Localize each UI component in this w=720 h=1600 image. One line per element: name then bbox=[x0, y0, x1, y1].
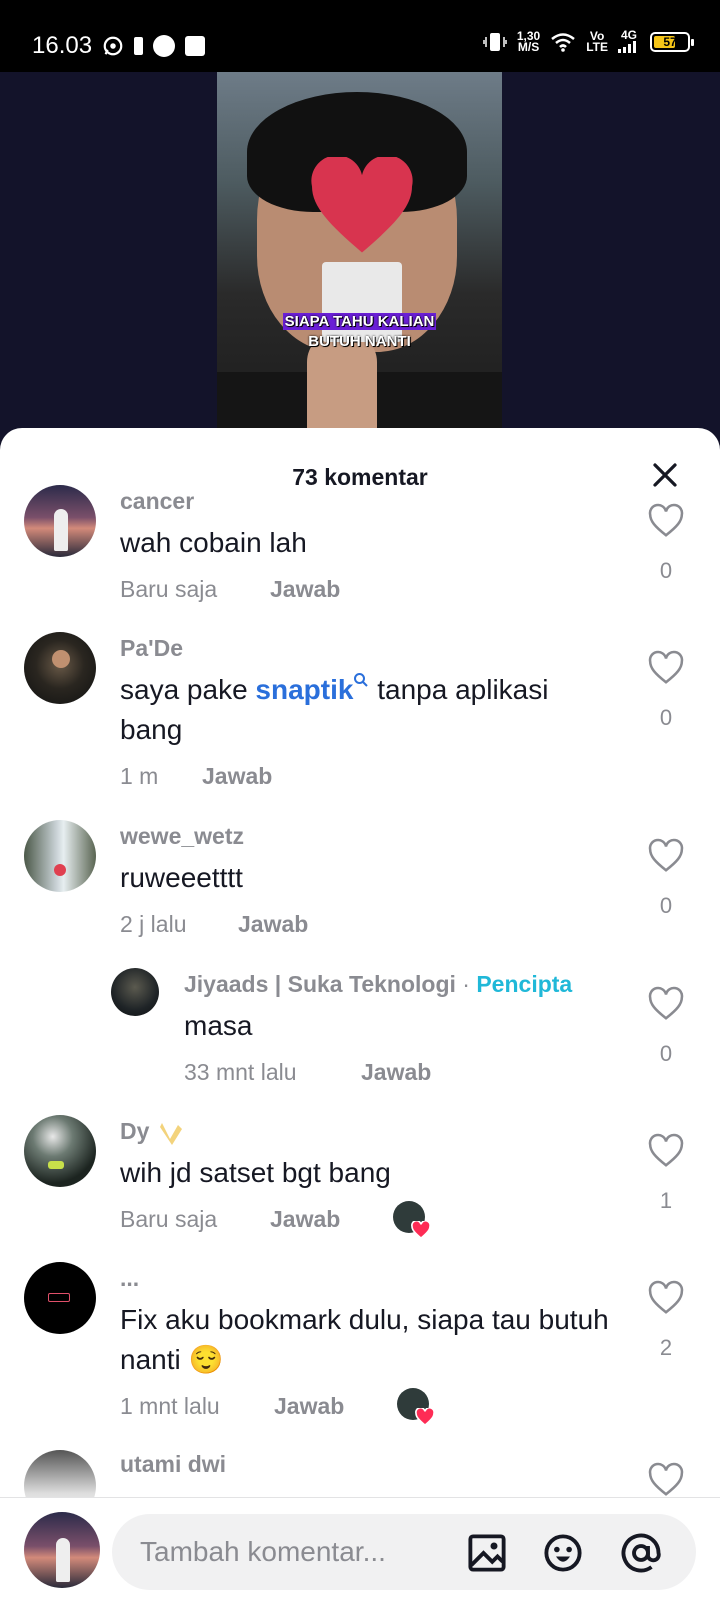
comment-username[interactable]: Pa'De bbox=[120, 635, 183, 662]
reply-button[interactable]: Jawab bbox=[238, 911, 308, 938]
search-link[interactable]: snaptik bbox=[255, 673, 369, 705]
liked-by-creator-avatar bbox=[397, 1388, 435, 1426]
like-button[interactable]: 0 bbox=[646, 838, 686, 919]
heart-outline-icon bbox=[648, 650, 684, 684]
like-button[interactable]: 0 bbox=[646, 650, 686, 731]
comment-time: 2 j lalu bbox=[120, 911, 187, 937]
volte-indicator: Vo LTE bbox=[586, 28, 608, 54]
avatar[interactable] bbox=[111, 968, 159, 1016]
comment-text: ruweeetttt bbox=[120, 862, 243, 893]
comment-input[interactable] bbox=[140, 1514, 460, 1590]
vibrate-icon bbox=[483, 32, 507, 51]
emoji-icon[interactable] bbox=[542, 1532, 584, 1574]
comment-time: Baru saja bbox=[120, 1206, 218, 1232]
heart-outline-icon bbox=[648, 1133, 684, 1167]
reply-button[interactable]: Jawab bbox=[274, 1393, 344, 1420]
separator: · bbox=[462, 971, 470, 997]
avatar[interactable] bbox=[24, 820, 96, 892]
heart-outline-icon bbox=[648, 986, 684, 1020]
search-icon bbox=[354, 673, 369, 687]
comment-username[interactable]: Jiyaads | Suka Teknologi bbox=[184, 971, 456, 997]
comment-item: cancer wah cobain lah Baru saja Jawab 0 bbox=[0, 483, 720, 618]
comment-time: 1 mnt lalu bbox=[120, 1393, 220, 1419]
comment-username-row: Dy bbox=[120, 1118, 186, 1147]
comment-input-container bbox=[112, 1514, 696, 1590]
comment-text: Fix aku bookmark dulu, siapa tau butuh n… bbox=[120, 1304, 609, 1375]
reply-button[interactable]: Jawab bbox=[361, 1059, 431, 1086]
comment-username[interactable]: wewe_wetz bbox=[120, 823, 244, 850]
comment-username[interactable]: ... bbox=[120, 1265, 139, 1292]
status-time: 16.03 bbox=[32, 32, 93, 59]
comment-item: Dy wih jd satset bgt bang Baru saja Jawa… bbox=[0, 1113, 720, 1248]
like-count: 1 bbox=[659, 1188, 673, 1213]
signal-icon bbox=[618, 41, 636, 53]
like-count: 0 bbox=[659, 705, 673, 730]
avatar[interactable] bbox=[24, 632, 96, 704]
network-speed: 1,30 M/S bbox=[516, 28, 541, 54]
heart-outline-icon bbox=[648, 1280, 684, 1314]
like-button[interactable]: 0 bbox=[646, 503, 686, 584]
image-icon[interactable] bbox=[466, 1532, 508, 1574]
reply-comment-item: Jiyaads | Suka Teknologi · Pencipta masa… bbox=[0, 966, 720, 1096]
comment-input-bar bbox=[0, 1497, 720, 1600]
like-animation-heart-icon bbox=[311, 157, 413, 253]
comments-sheet: 73 komentar cancer wah cobain lah Baru s… bbox=[0, 428, 720, 1600]
comment-username[interactable]: cancer bbox=[120, 488, 194, 515]
avatar[interactable] bbox=[24, 485, 96, 557]
comment-item: ... Fix aku bookmark dulu, siapa tau but… bbox=[0, 1260, 720, 1440]
comment-username[interactable]: Dy bbox=[120, 1118, 149, 1144]
creator-badge: Pencipta bbox=[476, 971, 573, 997]
comment-item: Pa'De saya pake snaptik tanpa aplikasi b… bbox=[0, 630, 720, 800]
notification-square-icon bbox=[185, 36, 206, 56]
heart-filled-icon bbox=[411, 1221, 431, 1239]
comment-username[interactable]: utami dwi bbox=[120, 1451, 226, 1478]
liked-by-creator-avatar bbox=[393, 1201, 431, 1239]
heart-outline-icon bbox=[648, 838, 684, 872]
comment-username-row: Jiyaads | Suka Teknologi · Pencipta bbox=[184, 971, 572, 998]
like-button[interactable]: 1 bbox=[646, 1133, 686, 1214]
reply-button[interactable]: Jawab bbox=[270, 1206, 340, 1233]
whatsapp-icon bbox=[103, 36, 123, 56]
reply-button[interactable]: Jawab bbox=[270, 576, 340, 603]
comment-item: wewe_wetz ruweeetttt 2 j lalu Jawab 0 bbox=[0, 818, 720, 948]
status-bar: 16.03 1,30 M/S Vo LTE 4G 57 bbox=[0, 0, 720, 72]
wifi-icon bbox=[551, 32, 576, 52]
video-player[interactable]: SIAPA TAHU KALIAN BUTUH NANTI bbox=[217, 72, 502, 442]
avatar[interactable] bbox=[24, 1115, 96, 1187]
comment-time: Baru saja bbox=[120, 576, 218, 602]
signal-indicator: 4G bbox=[618, 29, 640, 53]
like-button[interactable]: 2 bbox=[646, 1280, 686, 1361]
comment-text: saya pake snaptik tanpa aplikasi bang bbox=[120, 673, 549, 745]
heart-outline-icon bbox=[648, 503, 684, 537]
mention-icon[interactable] bbox=[620, 1532, 662, 1574]
notification-dot-icon bbox=[153, 35, 176, 57]
reply-button[interactable]: Jawab bbox=[202, 763, 272, 790]
like-count: 2 bbox=[659, 1335, 673, 1360]
avatar[interactable] bbox=[24, 1262, 96, 1334]
like-count: 0 bbox=[659, 893, 673, 918]
comment-text: masa bbox=[184, 1010, 253, 1041]
battery-icon: 57 bbox=[650, 31, 694, 52]
comment-text: wah cobain lah bbox=[120, 527, 307, 558]
like-count: 0 bbox=[659, 558, 673, 583]
my-avatar[interactable] bbox=[24, 1512, 100, 1588]
heart-filled-icon bbox=[415, 1408, 435, 1426]
waving-hand-emoji-icon bbox=[159, 1122, 182, 1145]
comment-time: 33 mnt lalu bbox=[184, 1059, 297, 1085]
comment-text: wih jd satset bgt bang bbox=[120, 1157, 391, 1188]
comment-time: 1 m bbox=[120, 763, 159, 789]
battery-saver-icon bbox=[134, 37, 144, 55]
heart-outline-icon bbox=[648, 1462, 684, 1496]
video-caption: SIAPA TAHU KALIAN BUTUH NANTI bbox=[282, 313, 437, 350]
like-button[interactable]: 0 bbox=[646, 986, 686, 1067]
like-count: 0 bbox=[659, 1041, 673, 1066]
